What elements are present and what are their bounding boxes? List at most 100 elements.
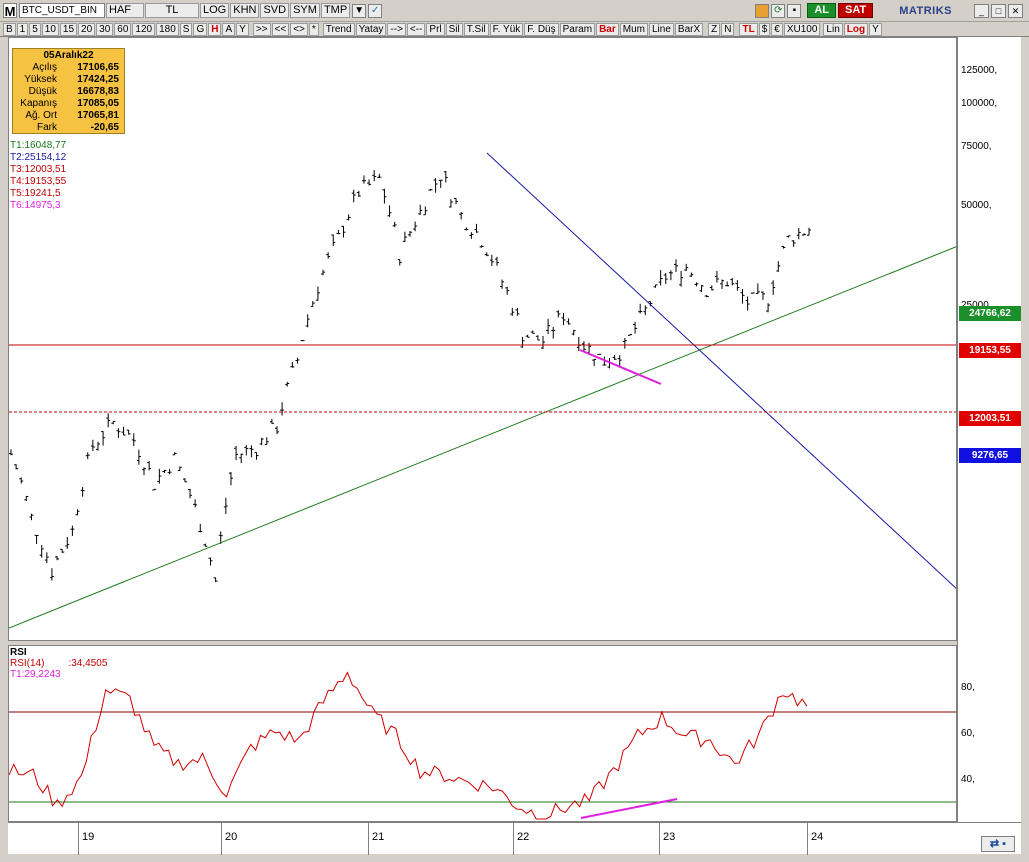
minimize-icon[interactable]: _ — [974, 3, 989, 18]
interval-5[interactable]: 5 — [29, 22, 41, 36]
time-tick — [368, 823, 369, 855]
trendline-label-t4: T4:19153,55 — [10, 176, 67, 187]
param-button[interactable]: Param — [559, 22, 596, 36]
interval-60[interactable]: 60 — [114, 22, 132, 36]
buy-button[interactable]: AL — [807, 3, 837, 18]
rsi-tick: 40, — [961, 774, 975, 785]
rsi-line — [9, 671, 808, 820]
svd-button[interactable]: SVD — [260, 3, 290, 18]
crosshair-button[interactable]: * — [308, 22, 319, 36]
maximize-icon[interactable]: □ — [991, 3, 1006, 18]
arrow-right-button[interactable]: --> — [387, 22, 406, 36]
left-frame — [0, 37, 8, 854]
delete-button[interactable]: Sil — [445, 22, 463, 36]
rsi-tick: 80, — [961, 682, 975, 693]
usd-button[interactable]: $ — [758, 22, 771, 36]
price-up-button[interactable]: F. Yük — [489, 22, 524, 36]
t-blue-price-badge: 9276,65 — [959, 448, 1021, 463]
eur-button[interactable]: € — [771, 22, 783, 36]
currency-button[interactable]: TL — [145, 3, 199, 18]
interval-20[interactable]: 20 — [78, 22, 96, 36]
price-chart[interactable] — [8, 37, 957, 641]
main-toolbar: M BTC_USDT_BIN HAF TL LOG KHN SVD SYM TM… — [0, 0, 1029, 22]
parallel-button[interactable]: Prl — [426, 22, 445, 36]
horizontal-button[interactable]: Yatay — [355, 22, 387, 36]
bottom-frame — [0, 854, 1029, 862]
khn-button[interactable]: KHN — [230, 3, 260, 18]
xu100-button[interactable]: XU100 — [783, 22, 821, 36]
infobox-row: Düşük 16678,83 — [28, 86, 119, 97]
interval-h[interactable]: H — [208, 22, 222, 36]
divergence-line[interactable] — [579, 349, 662, 385]
trendline-label-t5: T5:19241,5 — [10, 188, 61, 199]
style-bar-button[interactable]: Bar — [596, 22, 619, 36]
t3-price-badge: 12003,51 — [959, 411, 1021, 426]
t4-price-badge: 19153,55 — [959, 343, 1021, 358]
price-axis[interactable]: 125000, 100000, 75000, 50000, 25000, 247… — [957, 37, 1021, 822]
interval-120[interactable]: 120 — [132, 22, 156, 36]
interval-1[interactable]: 1 — [16, 22, 29, 36]
trend-button[interactable]: Trend — [322, 22, 355, 36]
interval-y[interactable]: Y — [236, 22, 249, 36]
interval-10[interactable]: 10 — [41, 22, 59, 36]
normal-button[interactable]: N — [721, 22, 735, 36]
dropdown-arrow-icon[interactable]: ▼ — [352, 3, 367, 18]
log-button[interactable]: LOG — [200, 3, 230, 18]
fit-button[interactable]: <> — [290, 22, 308, 36]
time-tick — [659, 823, 660, 855]
sell-button[interactable]: SAT — [838, 3, 874, 18]
price-tick: 100000, — [961, 98, 998, 109]
support-trendline[interactable] — [9, 246, 956, 629]
time-axis[interactable]: 19 20 21 22 23 24 — [8, 822, 1021, 855]
settings-icon[interactable]: ▪ — [787, 3, 802, 18]
zoom-button[interactable]: Z — [708, 22, 721, 36]
symbol-input[interactable]: BTC_USDT_BIN — [19, 3, 105, 18]
ohlc-infobox: 05Aralık22 Açılış 17106,65 Yüksek 17424,25… — [12, 48, 125, 134]
interval-s[interactable]: S — [179, 22, 193, 36]
price-down-button[interactable]: F. Düş — [524, 22, 559, 36]
price-bars — [9, 170, 811, 583]
palette-icon[interactable] — [755, 3, 770, 18]
interval-b[interactable]: B — [3, 22, 16, 36]
style-barx-button[interactable]: BarX — [674, 22, 704, 36]
price-tick: 75000, — [961, 141, 992, 152]
infobox-row: Kapanış 17085,05 — [20, 98, 119, 109]
brand-logo: MATRIKS — [899, 4, 952, 17]
time-tick — [78, 823, 79, 855]
infobox-date: 05Aralık22 — [43, 50, 94, 61]
trendline-label-t3: T3:12003,51 — [10, 164, 67, 175]
trendline-label-t6: T6:14975,3 — [10, 200, 61, 211]
arrow-left-button[interactable]: <-- — [406, 22, 426, 36]
time-label: 24 — [811, 831, 824, 843]
sync-icon[interactable]: ⇄ ▪ — [981, 836, 1015, 852]
interval-g[interactable]: G — [193, 22, 208, 36]
y-button[interactable]: Y — [869, 22, 882, 36]
period-button[interactable]: HAF — [106, 3, 144, 18]
style-line-button[interactable]: Line — [649, 22, 674, 36]
close-icon[interactable]: ✕ — [1008, 3, 1023, 18]
interval-15[interactable]: 15 — [59, 22, 78, 36]
resistance-trendline[interactable] — [486, 152, 956, 590]
app-logo: M — [3, 3, 17, 19]
tmp-button[interactable]: TMP — [320, 3, 351, 18]
price-tick: 125000, — [961, 65, 998, 76]
interval-180[interactable]: 180 — [156, 22, 179, 36]
log-scale-button[interactable]: Log — [843, 22, 869, 36]
scroll-right-button[interactable]: >> — [252, 22, 271, 36]
check-icon[interactable]: ✓ — [368, 3, 383, 18]
rsi-chart-svg — [9, 671, 956, 820]
tl-button[interactable]: TL — [739, 22, 758, 36]
time-label: 23 — [663, 831, 676, 843]
style-candle-button[interactable]: Mum — [619, 22, 648, 36]
delete-all-button[interactable]: T.Sil — [463, 22, 489, 36]
right-frame — [1021, 37, 1029, 862]
refresh-icon[interactable]: ⟳ — [771, 3, 786, 18]
interval-30[interactable]: 30 — [96, 22, 114, 36]
linear-scale-button[interactable]: Lin — [823, 22, 843, 36]
time-tick — [221, 823, 222, 855]
sym-button[interactable]: SYM — [290, 3, 320, 18]
scroll-left-button[interactable]: << — [271, 22, 290, 36]
rsi-panel[interactable] — [8, 645, 957, 822]
price-tick: 50000, — [961, 200, 992, 211]
interval-a[interactable]: A — [222, 22, 236, 36]
